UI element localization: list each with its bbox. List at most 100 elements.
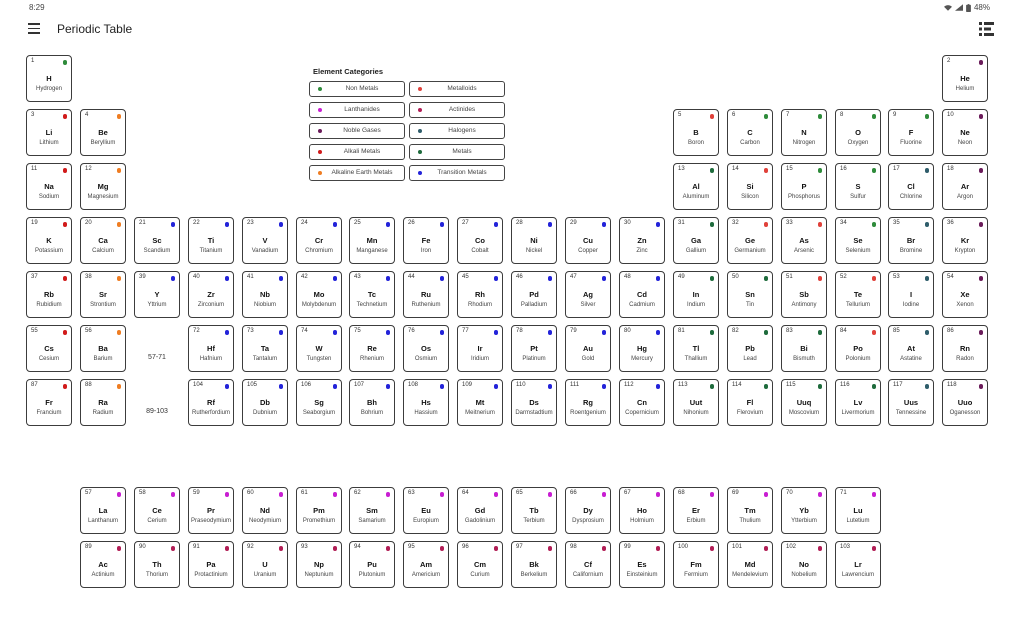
element-cell-yb[interactable]: 70 Yb Ytterbium xyxy=(781,487,827,534)
element-cell-fe[interactable]: 26 Fe Iron xyxy=(403,217,449,264)
element-cell-re[interactable]: 75 Re Rhenium xyxy=(349,325,395,372)
element-cell-uut[interactable]: 113 Uut Nihonium xyxy=(673,379,719,426)
element-cell-h[interactable]: 1 H Hydrogen xyxy=(26,55,72,102)
element-cell-sm[interactable]: 62 Sm Samarium xyxy=(349,487,395,534)
element-cell-al[interactable]: 13 Al Aluminum xyxy=(673,163,719,210)
element-cell-he[interactable]: 2 He Helium xyxy=(942,55,988,102)
element-cell-tc[interactable]: 43 Tc Technetium xyxy=(349,271,395,318)
element-cell-n[interactable]: 7 N Nitrogen xyxy=(781,109,827,156)
element-cell-u[interactable]: 92 U Uranium xyxy=(242,541,288,588)
element-cell-ba[interactable]: 56 Ba Barium xyxy=(80,325,126,372)
element-cell-b[interactable]: 5 B Boron xyxy=(673,109,719,156)
element-cell-cu[interactable]: 29 Cu Copper xyxy=(565,217,611,264)
element-cell-pd[interactable]: 46 Pd Palladium xyxy=(511,271,557,318)
element-cell-ra[interactable]: 88 Ra Radium xyxy=(80,379,126,426)
legend-item-lanthanide[interactable]: Lanthanides xyxy=(309,102,405,118)
element-cell-hf[interactable]: 72 Hf Hafnium xyxy=(188,325,234,372)
element-cell-nb[interactable]: 41 Nb Niobium xyxy=(242,271,288,318)
element-cell-ru[interactable]: 44 Ru Ruthenium xyxy=(403,271,449,318)
element-cell-rg[interactable]: 111 Rg Roentgenium xyxy=(565,379,611,426)
element-cell-sn[interactable]: 50 Sn Tin xyxy=(727,271,773,318)
element-cell-ta[interactable]: 73 Ta Tantalum xyxy=(242,325,288,372)
element-cell-sg[interactable]: 106 Sg Seaborgium xyxy=(296,379,342,426)
legend-item-metalloid[interactable]: Metalloids xyxy=(409,81,505,97)
element-cell-zr[interactable]: 40 Zr Zirconium xyxy=(188,271,234,318)
element-cell-rf[interactable]: 104 Rf Rutherfordium xyxy=(188,379,234,426)
element-cell-sb[interactable]: 51 Sb Antimony xyxy=(781,271,827,318)
element-cell-ca[interactable]: 20 Ca Calcium xyxy=(80,217,126,264)
element-cell-fr[interactable]: 87 Fr Francium xyxy=(26,379,72,426)
element-cell-eu[interactable]: 63 Eu Europium xyxy=(403,487,449,534)
legend-item-nonmetal[interactable]: Non Metals xyxy=(309,81,405,97)
element-cell-os[interactable]: 76 Os Osmium xyxy=(403,325,449,372)
element-cell-pr[interactable]: 59 Pr Praseodymium xyxy=(188,487,234,534)
element-cell-ni[interactable]: 28 Ni Nickel xyxy=(511,217,557,264)
element-cell-lr[interactable]: 103 Lr Lawrencium xyxy=(835,541,881,588)
element-cell-pm[interactable]: 61 Pm Promethium xyxy=(296,487,342,534)
hamburger-menu-icon[interactable] xyxy=(28,23,41,34)
element-cell-ar[interactable]: 18 Ar Argon xyxy=(942,163,988,210)
element-cell-in[interactable]: 49 In Indium xyxy=(673,271,719,318)
element-cell-i[interactable]: 53 I Iodine xyxy=(888,271,934,318)
element-cell-kr[interactable]: 36 Kr Krypton xyxy=(942,217,988,264)
element-cell-th[interactable]: 90 Th Thorium xyxy=(134,541,180,588)
element-cell-si[interactable]: 14 Si Silicon xyxy=(727,163,773,210)
element-cell-cs[interactable]: 55 Cs Cesium xyxy=(26,325,72,372)
element-cell-uuo[interactable]: 118 Uuo Oganesson xyxy=(942,379,988,426)
element-cell-mt[interactable]: 109 Mt Meitnerium xyxy=(457,379,503,426)
element-cell-ge[interactable]: 32 Ge Germanium xyxy=(727,217,773,264)
legend-item-actinide[interactable]: Actinides xyxy=(409,102,505,118)
element-cell-ho[interactable]: 67 Ho Holmium xyxy=(619,487,665,534)
element-cell-co[interactable]: 27 Co Cobalt xyxy=(457,217,503,264)
element-cell-cn[interactable]: 112 Cn Copernicium xyxy=(619,379,665,426)
element-cell-lu[interactable]: 71 Lu Lutetium xyxy=(835,487,881,534)
element-cell-mn[interactable]: 25 Mn Manganese xyxy=(349,217,395,264)
element-cell-k[interactable]: 19 K Potassium xyxy=(26,217,72,264)
legend-item-halogen[interactable]: Halogens xyxy=(409,123,505,139)
element-cell-la[interactable]: 57 La Lanthanum xyxy=(80,487,126,534)
element-cell-pu[interactable]: 94 Pu Plutonium xyxy=(349,541,395,588)
element-cell-pt[interactable]: 78 Pt Platinum xyxy=(511,325,557,372)
element-cell-cl[interactable]: 17 Cl Chlorine xyxy=(888,163,934,210)
element-cell-o[interactable]: 8 O Oxygen xyxy=(835,109,881,156)
element-cell-cd[interactable]: 48 Cd Cadmium xyxy=(619,271,665,318)
element-cell-bh[interactable]: 107 Bh Bohrium xyxy=(349,379,395,426)
element-cell-rn[interactable]: 86 Rn Radon xyxy=(942,325,988,372)
element-cell-no[interactable]: 102 No Nobelium xyxy=(781,541,827,588)
element-cell-au[interactable]: 79 Au Gold xyxy=(565,325,611,372)
element-cell-ir[interactable]: 77 Ir Iridium xyxy=(457,325,503,372)
element-cell-cf[interactable]: 98 Cf Californium xyxy=(565,541,611,588)
element-cell-fl[interactable]: 114 Fl Flerovium xyxy=(727,379,773,426)
element-cell-er[interactable]: 68 Er Erbium xyxy=(673,487,719,534)
legend-item-alkali[interactable]: Alkali Metals xyxy=(309,144,405,160)
element-cell-nd[interactable]: 60 Nd Neodymium xyxy=(242,487,288,534)
element-cell-na[interactable]: 11 Na Sodium xyxy=(26,163,72,210)
element-cell-zn[interactable]: 30 Zn Zinc xyxy=(619,217,665,264)
element-cell-pa[interactable]: 91 Pa Protactinium xyxy=(188,541,234,588)
element-cell-v[interactable]: 23 V Vanadium xyxy=(242,217,288,264)
element-cell-ga[interactable]: 31 Ga Gallium xyxy=(673,217,719,264)
element-cell-gd[interactable]: 64 Gd Gadolinium xyxy=(457,487,503,534)
element-cell-rh[interactable]: 45 Rh Rhodium xyxy=(457,271,503,318)
element-cell-cr[interactable]: 24 Cr Chromium xyxy=(296,217,342,264)
element-cell-ce[interactable]: 58 Ce Cerium xyxy=(134,487,180,534)
legend-item-transition[interactable]: Transition Metals xyxy=(409,165,505,181)
element-cell-c[interactable]: 6 C Carbon xyxy=(727,109,773,156)
element-cell-f[interactable]: 9 F Fluorine xyxy=(888,109,934,156)
element-cell-y[interactable]: 39 Y Yttrium xyxy=(134,271,180,318)
element-cell-db[interactable]: 105 Db Dubnium xyxy=(242,379,288,426)
element-cell-as[interactable]: 33 As Arsenic xyxy=(781,217,827,264)
element-cell-li[interactable]: 3 Li Lithium xyxy=(26,109,72,156)
element-cell-te[interactable]: 52 Te Tellurium xyxy=(835,271,881,318)
element-cell-ag[interactable]: 47 Ag Silver xyxy=(565,271,611,318)
element-cell-am[interactable]: 95 Am Americium xyxy=(403,541,449,588)
legend-item-noble[interactable]: Noble Gases xyxy=(309,123,405,139)
element-cell-ti[interactable]: 22 Ti Titanium xyxy=(188,217,234,264)
element-cell-np[interactable]: 93 Np Neptunium xyxy=(296,541,342,588)
element-cell-ds[interactable]: 110 Ds Darmstadtium xyxy=(511,379,557,426)
element-cell-pb[interactable]: 82 Pb Lead xyxy=(727,325,773,372)
element-cell-po[interactable]: 84 Po Polonium xyxy=(835,325,881,372)
element-cell-be[interactable]: 4 Be Beryllium xyxy=(80,109,126,156)
element-cell-cm[interactable]: 96 Cm Curium xyxy=(457,541,503,588)
element-cell-tl[interactable]: 81 Tl Thallium xyxy=(673,325,719,372)
